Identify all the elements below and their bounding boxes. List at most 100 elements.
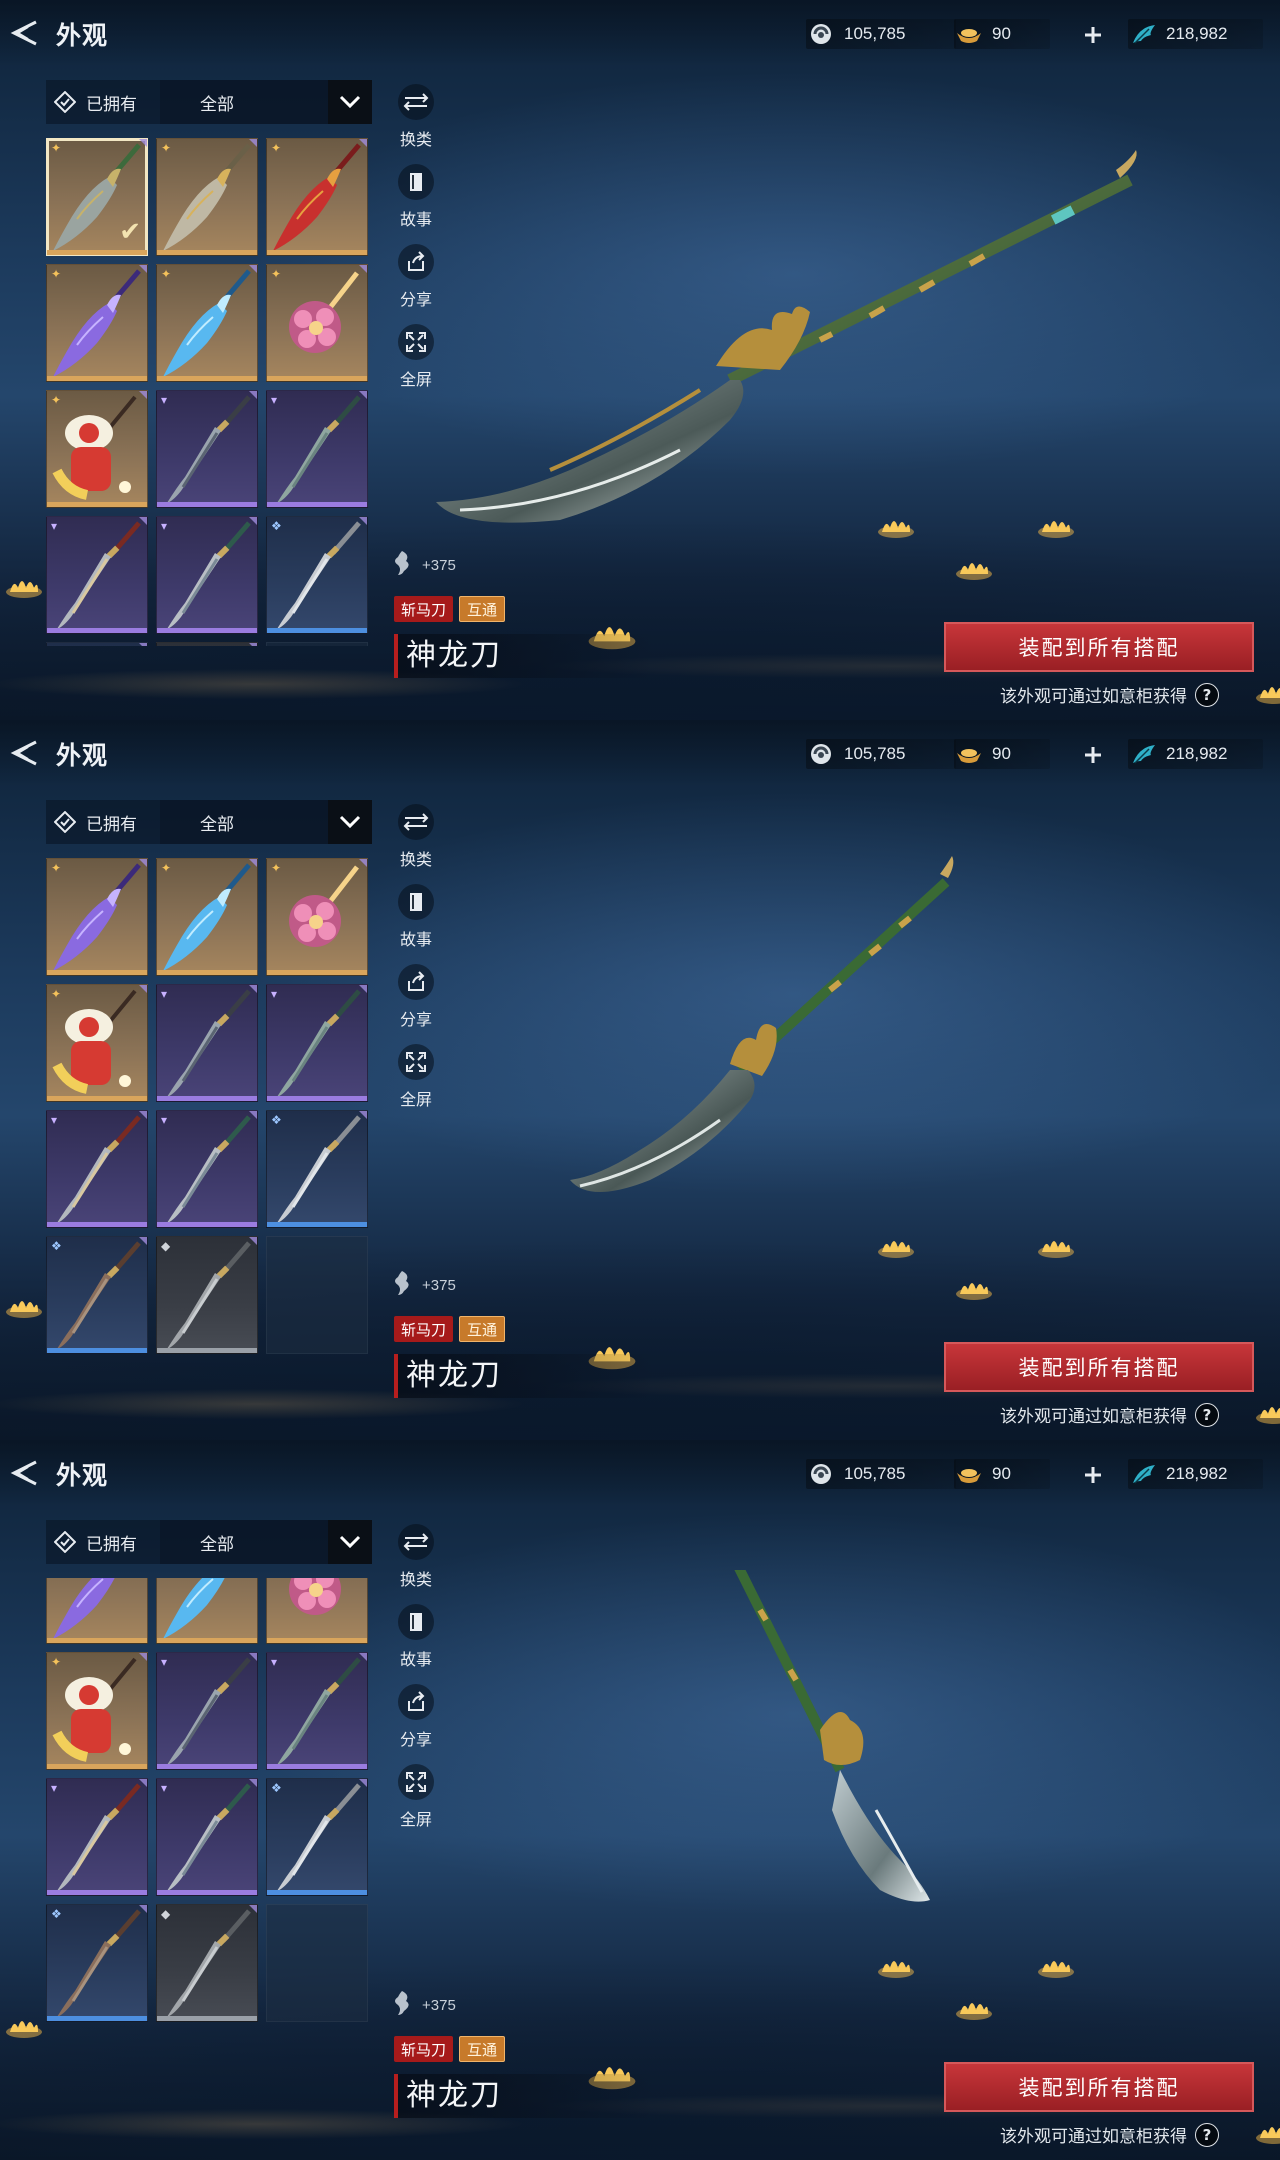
tool-fullscreen[interactable]: 全屏 [388, 324, 444, 404]
rarity-icon: ❖ [271, 1781, 282, 1795]
help-icon[interactable]: ? [1195, 682, 1219, 707]
appearance-grid[interactable]: ✦ ✔ ✦ ✦ ✦ ✦ ✦ ✦ ▾ ▾ ▾ ▾ ❖ [46, 138, 372, 646]
appearance-slot[interactable]: ✦ [266, 1578, 368, 1644]
chevron-down-icon[interactable] [328, 80, 372, 124]
owned-filter-label: 已拥有 [86, 814, 137, 835]
tool-column: 换类 故事 分享 全屏 [388, 84, 444, 404]
appearance-slot[interactable]: ✦ [46, 1578, 148, 1644]
appearance-slot[interactable]: ❖ [266, 1778, 368, 1896]
tool-swap-weapon[interactable]: 换类 [388, 1524, 444, 1604]
appearance-slot[interactable]: ❖ [266, 1110, 368, 1228]
appearance-slot[interactable]: ❖ [46, 1904, 148, 2022]
appearance-slot[interactable]: ✦ [266, 858, 368, 976]
jade-coin-icon [806, 1459, 836, 1489]
appearance-slot[interactable]: ▾ [46, 1110, 148, 1228]
appearance-slot[interactable]: ✦ [46, 390, 148, 508]
appearance-grid[interactable]: ✦ ✦ ✦ ✦ ✦ [46, 858, 372, 1366]
appearance-slot[interactable]: ◆ [156, 1904, 258, 2022]
equip-all-button[interactable]: 装配到所有搭配 [944, 622, 1254, 672]
appearance-slot[interactable]: ❖ [266, 516, 368, 634]
appearance-slot[interactable]: ✦ [266, 264, 368, 382]
equip-all-button[interactable]: 装配到所有搭配 [944, 1342, 1254, 1392]
appearance-slot[interactable]: ✦ [46, 984, 148, 1102]
tool-swap-weapon[interactable]: 换类 [388, 804, 444, 884]
weapon-thumbnail [157, 1905, 257, 2021]
rarity-bar [157, 250, 257, 255]
appearance-slot [266, 642, 368, 646]
weapon-preview[interactable] [400, 1507, 1280, 2030]
appearance-slot[interactable]: ◆ [156, 1236, 258, 1354]
tool-fullscreen[interactable]: 全屏 [388, 1764, 444, 1844]
rarity-bar [157, 1222, 257, 1227]
equip-all-button[interactable]: 装配到所有搭配 [944, 2062, 1254, 2112]
tool-fullscreen[interactable]: 全屏 [388, 1044, 444, 1124]
owned-filter-toggle[interactable]: 已拥有 [46, 800, 160, 844]
owned-filter-toggle[interactable]: 已拥有 [46, 80, 160, 124]
appearance-slot[interactable]: ❖ [46, 642, 148, 646]
rarity-icon: ✦ [271, 861, 282, 875]
help-icon[interactable]: ? [1195, 2122, 1219, 2147]
currency-gold: 90 [954, 1459, 1050, 1489]
rarity-bar [157, 1096, 257, 1101]
plus-icon[interactable] [1078, 740, 1108, 770]
tool-label: 故事 [399, 930, 432, 949]
category-dropdown[interactable]: 全部 [160, 800, 372, 844]
appearance-slot[interactable]: ▾ [156, 390, 258, 508]
appearance-slot[interactable]: ✦ [46, 1652, 148, 1770]
rarity-bar [267, 1096, 367, 1101]
appearance-slot[interactable]: ▾ [266, 390, 368, 508]
tool-story-book[interactable]: 故事 [388, 884, 444, 964]
appearance-grid[interactable]: ✦ ✦ ✦ ✦ ✦ [46, 1578, 372, 2086]
appearance-slot[interactable]: ▾ [156, 1652, 258, 1770]
item-name: 神龙刀 [394, 1354, 654, 1398]
appearance-grid-inner: ✦ ✦ ✦ ✦ ✦ [46, 858, 372, 1354]
weapon-thumbnail [157, 1653, 257, 1769]
appearance-slot[interactable]: ✦ [156, 1578, 258, 1644]
weapon-preview[interactable] [400, 130, 1280, 590]
filter-bar: 已拥有 全部 [46, 1520, 372, 1564]
weapon-thumbnail [267, 1578, 367, 1643]
appearance-slot[interactable]: ✦ [156, 264, 258, 382]
appearance-slot [266, 1236, 368, 1354]
currency-feather: 218,982 [1128, 19, 1263, 49]
appearance-slot[interactable]: ▾ [156, 516, 258, 634]
appearance-screen: 外观 105,785 90 218,982 已拥有 全部 ✦ [0, 1440, 1280, 2160]
tool-share[interactable]: 分享 [388, 1684, 444, 1764]
appearance-slot[interactable]: ▾ [46, 516, 148, 634]
category-dropdown[interactable]: 全部 [160, 80, 372, 124]
appearance-slot[interactable]: ✦ [156, 138, 258, 256]
appearance-slot[interactable]: ▾ [46, 1778, 148, 1896]
power-emblem-icon [390, 1269, 414, 1301]
appearance-slot[interactable]: ▾ [156, 1110, 258, 1228]
appearance-slot[interactable]: ✦ ✔ [46, 138, 148, 256]
appearance-slot[interactable]: ✦ [46, 264, 148, 382]
tool-swap-weapon[interactable]: 换类 [388, 84, 444, 164]
owned-filter-toggle[interactable]: 已拥有 [46, 1520, 160, 1564]
tool-story-book[interactable]: 故事 [388, 164, 444, 244]
back-arrow-icon[interactable] [6, 738, 42, 768]
tool-share[interactable]: 分享 [388, 964, 444, 1044]
appearance-slot[interactable]: ▾ [156, 1778, 258, 1896]
appearance-slot[interactable]: ◆ [156, 642, 258, 646]
chevron-down-icon[interactable] [328, 1520, 372, 1564]
weapon-thumbnail [47, 517, 147, 633]
plus-icon[interactable] [1078, 20, 1108, 50]
appearance-slot[interactable]: ✦ [266, 138, 368, 256]
item-tags: 斩马刀 互通 [394, 1316, 506, 1342]
back-arrow-icon[interactable] [6, 1458, 42, 1488]
appearance-slot[interactable]: ❖ [46, 1236, 148, 1354]
chevron-down-icon[interactable] [328, 800, 372, 844]
obtain-hint-text: 该外观可通过如意柜获得 [1000, 687, 1187, 707]
weapon-preview[interactable] [400, 850, 1280, 1310]
category-dropdown[interactable]: 全部 [160, 1520, 372, 1564]
appearance-slot[interactable]: ✦ [46, 858, 148, 976]
tool-story-book[interactable]: 故事 [388, 1604, 444, 1684]
appearance-slot[interactable]: ▾ [266, 984, 368, 1102]
appearance-slot[interactable]: ▾ [266, 1652, 368, 1770]
appearance-slot[interactable]: ✦ [156, 858, 258, 976]
plus-icon[interactable] [1078, 1460, 1108, 1490]
help-icon[interactable]: ? [1195, 1402, 1219, 1427]
tool-share[interactable]: 分享 [388, 244, 444, 324]
back-arrow-icon[interactable] [6, 18, 42, 48]
appearance-slot[interactable]: ▾ [156, 984, 258, 1102]
